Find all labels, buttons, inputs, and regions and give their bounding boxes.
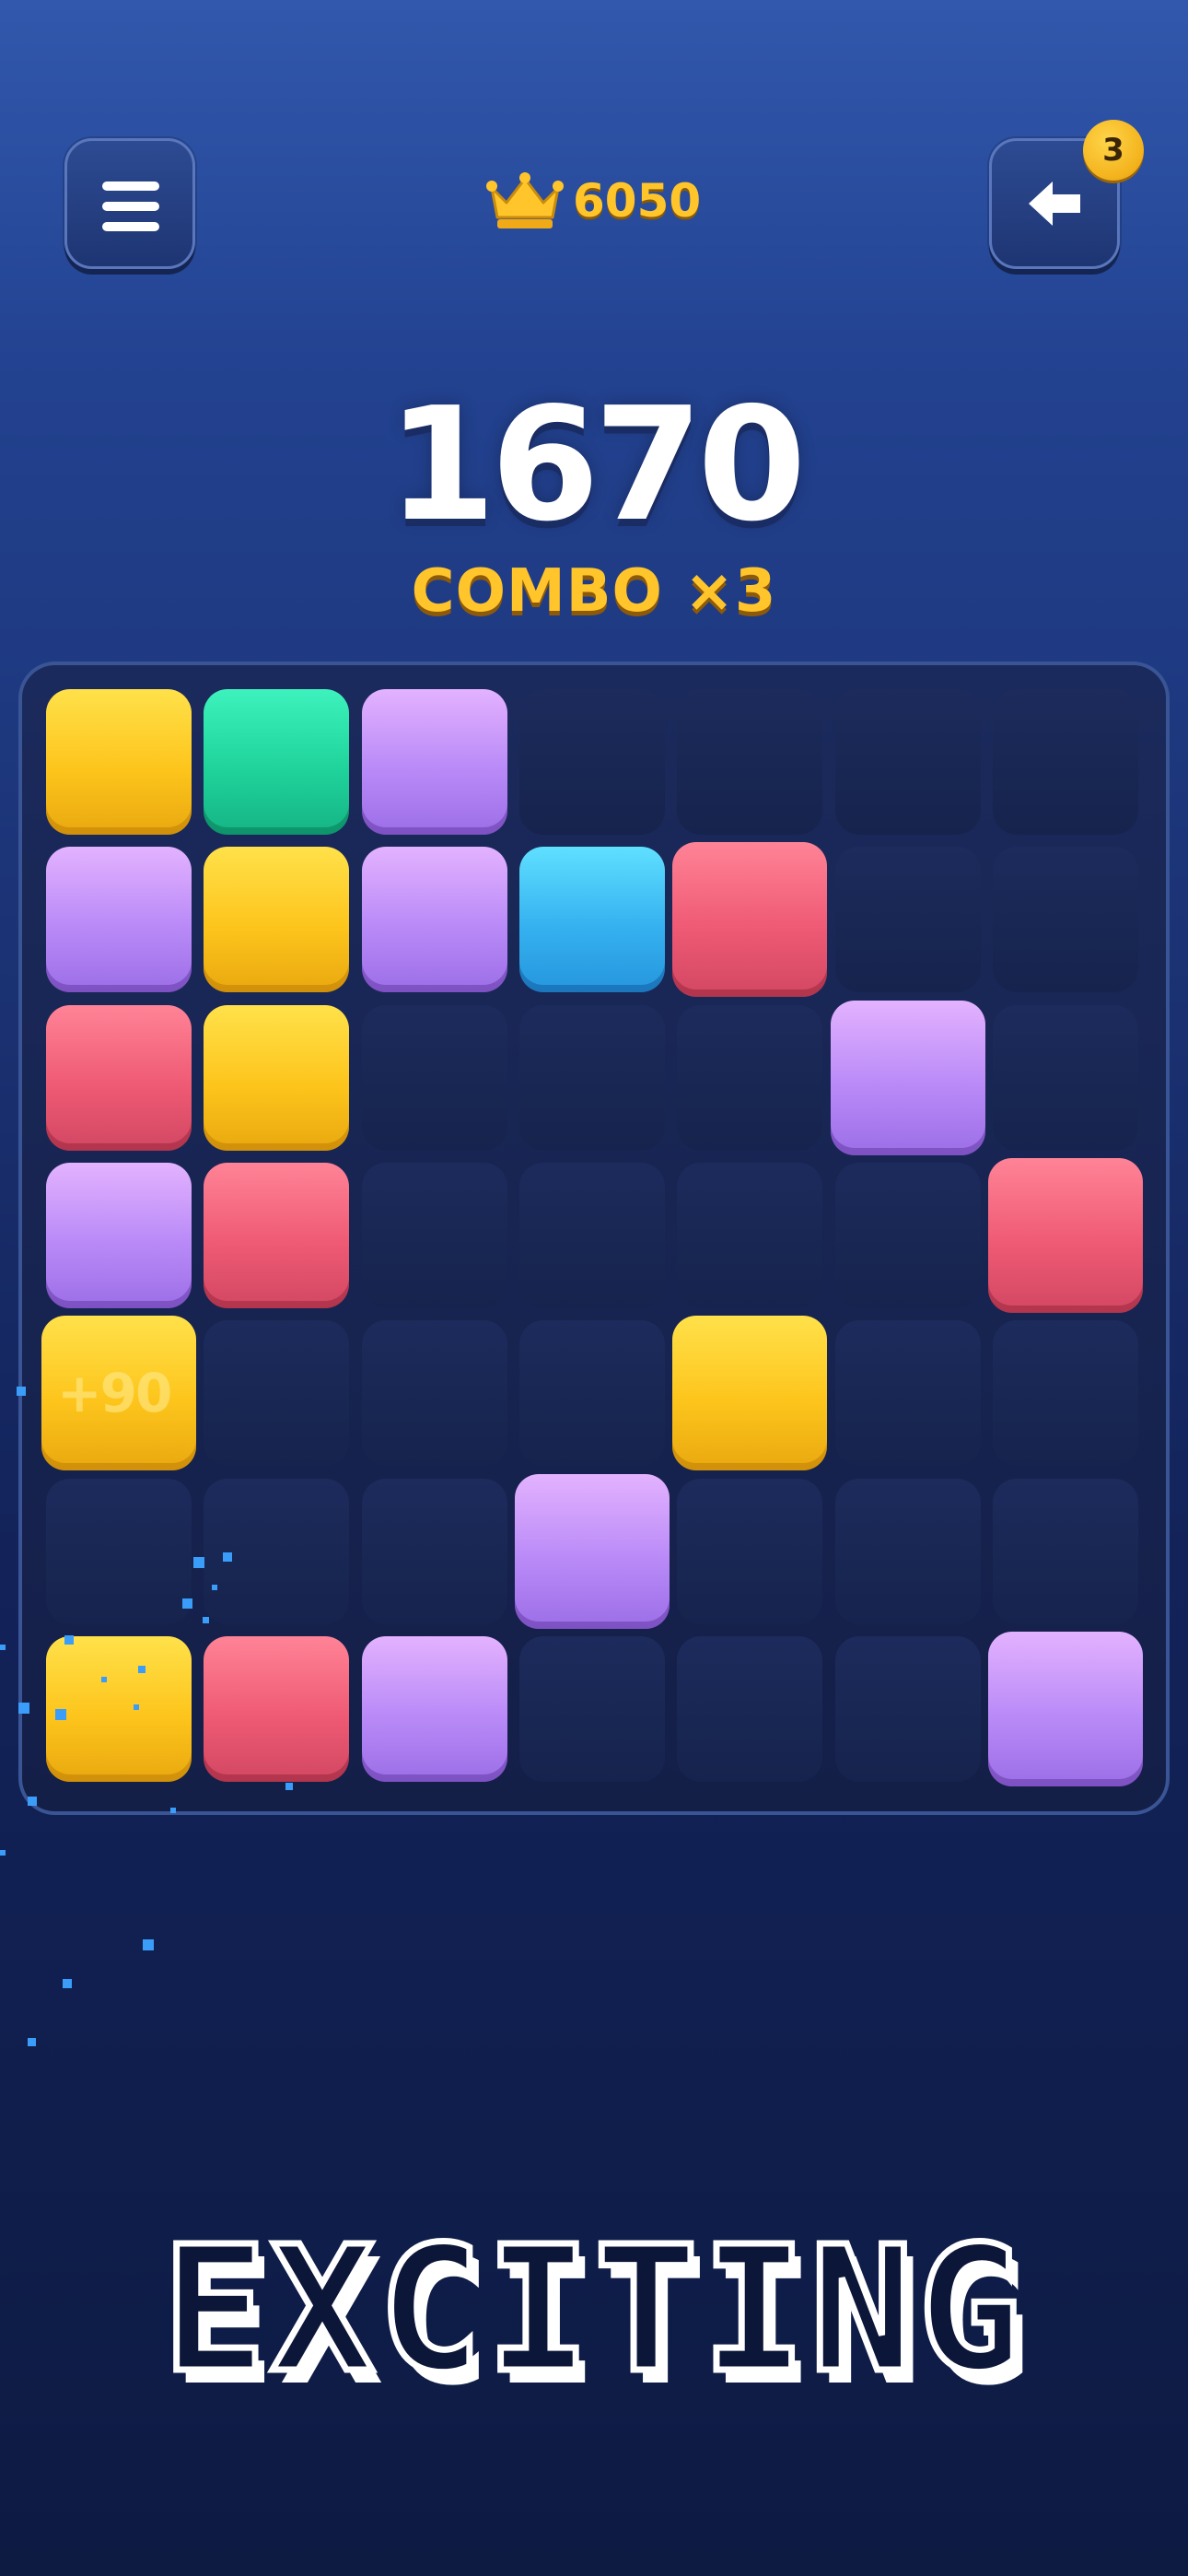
sparkle-particle — [55, 1709, 66, 1720]
yellow-block[interactable] — [204, 847, 350, 993]
board-cell[interactable] — [992, 1320, 1138, 1467]
board-cell[interactable] — [677, 689, 823, 835]
arrow-left-icon — [1029, 181, 1080, 226]
board-cell[interactable] — [834, 689, 981, 835]
purple-block[interactable] — [514, 1473, 670, 1629]
red-block[interactable] — [204, 1635, 350, 1782]
board-cell[interactable] — [677, 1478, 823, 1624]
sparkle-particle — [28, 2038, 36, 2046]
sparkle-particle — [223, 1552, 232, 1562]
red-block[interactable] — [204, 1162, 350, 1308]
sparkle-particle — [138, 1666, 146, 1673]
board-cell[interactable] — [518, 1004, 665, 1151]
sparkle-particle — [0, 1850, 6, 1856]
best-score: 6050 — [486, 164, 701, 238]
board-cell[interactable] — [992, 1004, 1138, 1151]
yellow-block[interactable] — [46, 689, 192, 835]
sparkle-particle — [193, 1557, 204, 1568]
sparkle-particle — [63, 1979, 72, 1988]
menu-button[interactable] — [64, 138, 195, 269]
board-cell[interactable] — [46, 1478, 192, 1624]
board-cell[interactable] — [204, 1320, 350, 1467]
board-cell[interactable] — [677, 1162, 823, 1308]
red-block[interactable] — [987, 1157, 1143, 1313]
board-cell[interactable] — [677, 1004, 823, 1151]
board-cell[interactable] — [992, 847, 1138, 993]
board-cell[interactable] — [361, 1004, 507, 1151]
purple-block[interactable] — [46, 847, 192, 993]
board-cell[interactable] — [834, 1162, 981, 1308]
blue-block[interactable] — [518, 847, 665, 993]
sparkle-particle — [17, 1387, 26, 1396]
board-cell[interactable] — [361, 1162, 507, 1308]
red-block[interactable] — [46, 1004, 192, 1151]
sparkle-particle — [0, 1645, 6, 1650]
board-cell[interactable] — [834, 1478, 981, 1624]
purple-block[interactable] — [361, 1635, 507, 1782]
board-cell[interactable] — [518, 689, 665, 835]
board-cell[interactable] — [834, 1635, 981, 1782]
combo-indicator: COMBO ×3 — [411, 557, 777, 626]
board-cell[interactable] — [992, 689, 1138, 835]
board-cell[interactable] — [992, 1478, 1138, 1624]
green-block[interactable] — [204, 689, 350, 835]
undo-count-badge: 3 — [1083, 120, 1144, 181]
sparkle-particle — [134, 1704, 139, 1710]
sparkle-particle — [212, 1585, 217, 1590]
board-cell[interactable] — [518, 1162, 665, 1308]
game-board[interactable] — [18, 662, 1170, 1815]
board-cell[interactable] — [518, 1320, 665, 1467]
sparkle-particle — [28, 1797, 37, 1806]
purple-block[interactable] — [361, 689, 507, 835]
sparkle-particle — [143, 1939, 154, 1950]
praise-banner: EXCITING — [159, 2209, 1026, 2411]
best-score-value: 6050 — [573, 174, 702, 228]
yellow-block[interactable] — [672, 1316, 828, 1471]
crown-icon — [486, 172, 564, 228]
purple-block[interactable] — [361, 847, 507, 993]
board-cell[interactable] — [204, 1478, 350, 1624]
sparkle-particle — [64, 1635, 74, 1645]
red-block[interactable] — [672, 842, 828, 998]
board-cell[interactable] — [361, 1320, 507, 1467]
purple-block[interactable] — [830, 1000, 985, 1155]
board-cell[interactable] — [677, 1635, 823, 1782]
purple-block[interactable] — [46, 1162, 192, 1308]
sparkle-particle — [18, 1703, 29, 1714]
purple-block[interactable] — [987, 1631, 1143, 1786]
sparkle-particle — [182, 1598, 192, 1609]
sparkle-particle — [203, 1617, 209, 1623]
board-cell[interactable] — [361, 1478, 507, 1624]
board-cell[interactable] — [834, 1320, 981, 1467]
yellow-block[interactable] — [204, 1004, 350, 1151]
sparkle-particle — [285, 1783, 293, 1790]
board-cell[interactable] — [518, 1635, 665, 1782]
current-score: 1670 — [387, 374, 806, 556]
sparkle-particle — [170, 1808, 176, 1813]
points-popup: +90 — [57, 1362, 172, 1424]
board-cell[interactable] — [834, 847, 981, 993]
sparkle-particle — [101, 1677, 107, 1682]
yellow-block[interactable] — [46, 1635, 192, 1782]
